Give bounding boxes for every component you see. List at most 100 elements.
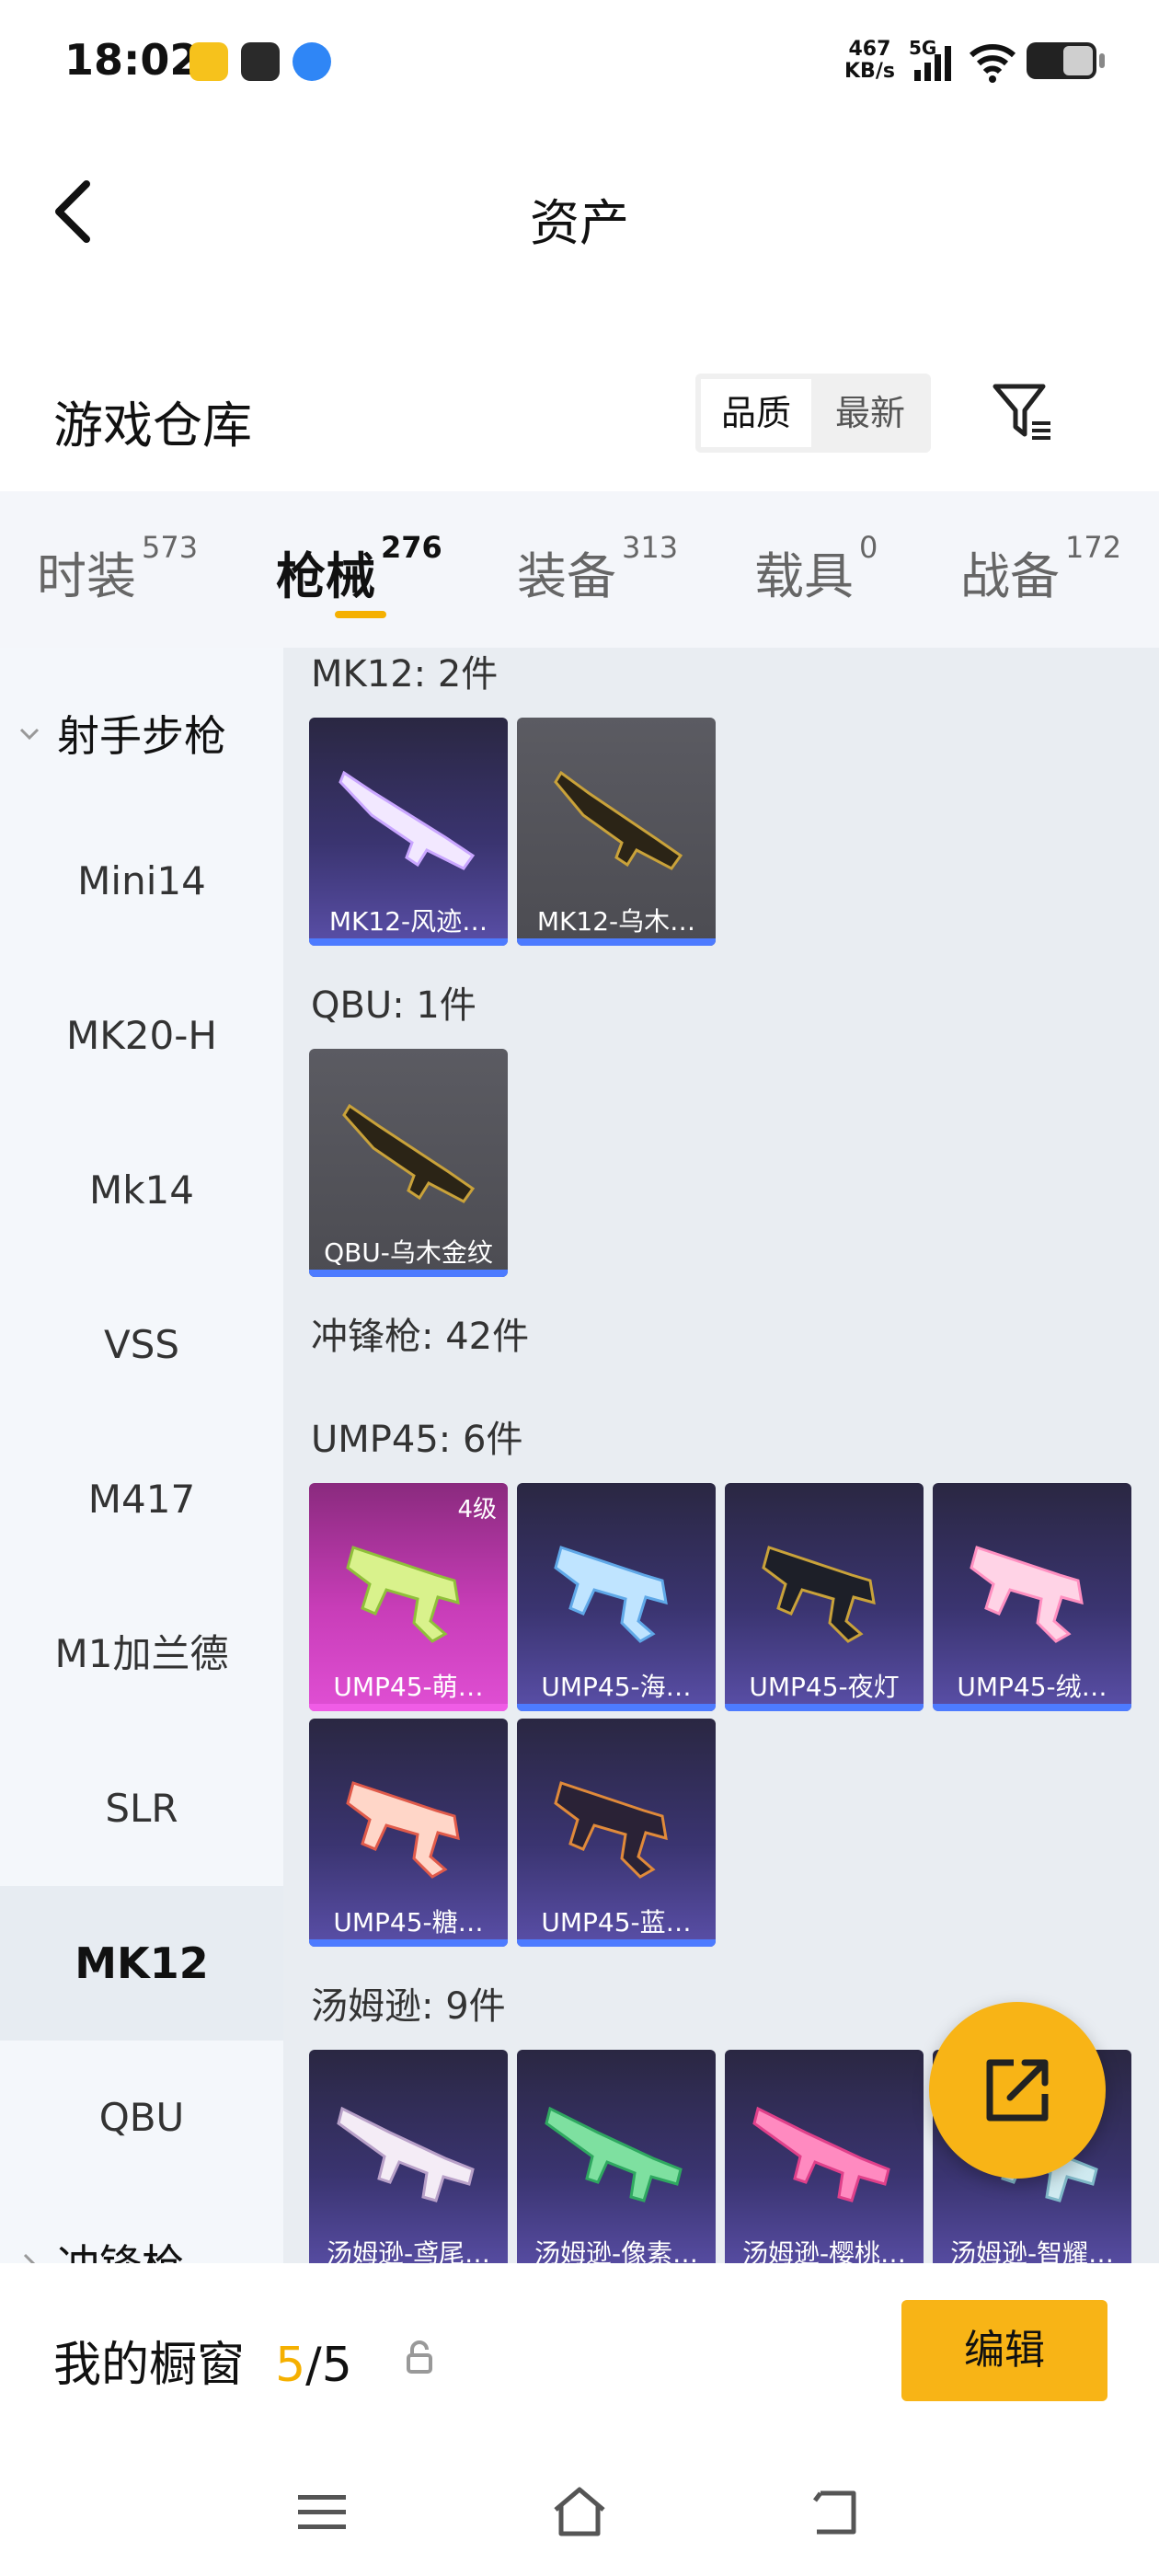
item-card[interactable]: UMP45-海… [517, 1483, 716, 1711]
tab-supplies[interactable]: 战备 172 [960, 530, 1121, 608]
item-card[interactable]: UMP45-糖… [309, 1719, 508, 1947]
rarity-bar [725, 1704, 924, 1711]
sidebar-item-qbu[interactable]: QBU [0, 2041, 283, 2195]
sidebar-item-mini14[interactable]: Mini14 [0, 804, 283, 959]
item-name: 汤姆逊-鸢尾… [326, 2238, 491, 2263]
item-name: UMP45-萌… [333, 1672, 484, 1702]
rarity-bar [933, 1704, 1131, 1711]
speed-value: 467 [848, 38, 891, 61]
page-title: 资产 [530, 194, 629, 252]
chevron-down-icon [19, 728, 40, 740]
item-card[interactable]: UMP45-夜灯 [725, 1483, 924, 1711]
app-notification-icon-3 [293, 42, 331, 81]
item-name: MK12-风迹… [328, 906, 488, 937]
item-card[interactable]: 汤姆逊-像素… [517, 2050, 716, 2263]
tab-count: 276 [381, 530, 442, 565]
tab-count: 0 [859, 530, 878, 565]
section-title-thompson: 汤姆逊: 9件 [311, 1985, 506, 2028]
share-icon [986, 2059, 1049, 2122]
filter-icon[interactable] [990, 379, 1056, 445]
category-tabs: 时装 573 枪械 276 装备 313 载具 0 战备 172 [0, 491, 1159, 648]
rifle-skin-icon [554, 770, 683, 870]
home-icon[interactable] [550, 2484, 609, 2539]
menu-icon[interactable] [294, 2484, 350, 2539]
rifle-skin-icon [339, 770, 476, 870]
wifi-icon [969, 44, 1016, 83]
smg-skin-icon [554, 1546, 668, 1643]
rarity-bar [517, 1704, 716, 1711]
sidebar-item-mk14[interactable]: Mk14 [0, 1113, 283, 1268]
tab-label: 装备 [517, 547, 616, 605]
item-name: 汤姆逊-智耀… [949, 2238, 1115, 2263]
sidebar-group-smg[interactable]: 冲锋枪 [18, 2232, 184, 2263]
item-name: QBU-乌木金纹 [324, 1237, 493, 1268]
tab-label: 枪械 [276, 547, 375, 605]
rarity-bar [309, 1939, 508, 1947]
status-bar: 18:02 467 KB/s 5G [0, 0, 1159, 129]
item-name: UMP45-绒… [957, 1672, 1107, 1702]
tab-label: 战备 [960, 547, 1060, 605]
tab-count: 313 [622, 530, 679, 565]
item-card[interactable]: 汤姆逊-樱桃… [725, 2050, 924, 2263]
showcase-panel: 我的橱窗 5/5 编辑 [0, 2263, 1159, 2576]
showcase-separator: / [305, 2338, 322, 2393]
item-name: MK12-乌木… [536, 906, 696, 937]
smg-skin-icon [752, 2106, 890, 2202]
item-name: UMP45-糖… [333, 1907, 484, 1938]
showcase-max-count: 5 [321, 2338, 352, 2393]
sort-option-newest[interactable]: 最新 [815, 379, 925, 447]
smg-skin-icon [970, 1546, 1084, 1643]
smg-skin-icon [545, 2106, 683, 2202]
section-title-mk12: MK12: 2件 [311, 653, 499, 696]
sidebar-group-label: 射手步枪 [57, 711, 226, 761]
tab-guns[interactable]: 枪械 276 [276, 530, 442, 608]
sidebar-item-mk20h[interactable]: MK20-H [0, 959, 283, 1113]
status-time: 18:02 [64, 35, 200, 85]
item-card[interactable]: 4级 UMP45-萌… [309, 1483, 508, 1711]
active-tab-indicator [335, 611, 386, 618]
rarity-bar [517, 1939, 716, 1947]
sidebar-item-mk12[interactable]: MK12 [0, 1886, 283, 2041]
smg-skin-icon [346, 1546, 460, 1643]
section-title-ump45: UMP45: 6件 [311, 1419, 523, 1461]
rifle-skin-icon [342, 1103, 476, 1203]
sidebar-item-m417[interactable]: M417 [0, 1422, 283, 1577]
smg-skin-icon [554, 1781, 668, 1879]
item-card[interactable]: QBU-乌木金纹 [309, 1049, 508, 1277]
item-card[interactable]: MK12-风迹… [309, 718, 508, 946]
return-icon[interactable] [809, 2484, 865, 2539]
smg-skin-icon [337, 2106, 475, 2202]
rarity-bar [309, 1270, 508, 1277]
section-title-qbu: QBU: 1件 [311, 984, 476, 1027]
sort-option-quality[interactable]: 品质 [701, 379, 811, 447]
tab-equipment[interactable]: 装备 313 [517, 530, 678, 608]
tab-fashion[interactable]: 时装 573 [37, 530, 198, 608]
edit-button[interactable]: 编辑 [901, 2300, 1107, 2401]
item-name: UMP45-夜灯 [749, 1672, 900, 1702]
item-card[interactable]: UMP45-蓝… [517, 1719, 716, 1947]
sidebar-item-m1-garand[interactable]: M1加兰德 [0, 1577, 283, 1731]
tab-label: 载具 [754, 547, 854, 605]
item-card[interactable]: MK12-乌木… [517, 718, 716, 946]
smg-skin-icon [762, 1546, 876, 1643]
chevron-right-icon [23, 2253, 36, 2263]
tab-count: 573 [142, 530, 199, 565]
weapon-type-sidebar: 射手步枪 Mini14 MK20-H Mk14 VSS M417 M1加兰德 S… [0, 648, 283, 2263]
share-fab-button[interactable] [929, 2002, 1106, 2179]
sidebar-item-vss[interactable]: VSS [0, 1268, 283, 1422]
sidebar-item-slr[interactable]: SLR [0, 1731, 283, 1886]
item-name: UMP45-海… [541, 1672, 692, 1702]
tab-label: 时装 [37, 547, 136, 605]
smg-skin-icon [346, 1781, 460, 1879]
rarity-bar [517, 938, 716, 946]
tab-vehicles[interactable]: 载具 0 [754, 530, 878, 608]
item-card[interactable]: UMP45-绒… [933, 1483, 1131, 1711]
network-speed: 467 KB/s [844, 39, 895, 83]
sidebar-group-dmr[interactable]: 射手步枪 [18, 703, 226, 764]
showcase-title: 我的橱窗 [53, 2338, 246, 2393]
item-card[interactable]: 汤姆逊-鸢尾… [309, 2050, 508, 2263]
battery-icon [1027, 42, 1105, 79]
item-name: 汤姆逊-像素… [534, 2238, 699, 2263]
sidebar-group-label: 冲锋枪 [57, 2240, 184, 2263]
rarity-bar [309, 938, 508, 946]
